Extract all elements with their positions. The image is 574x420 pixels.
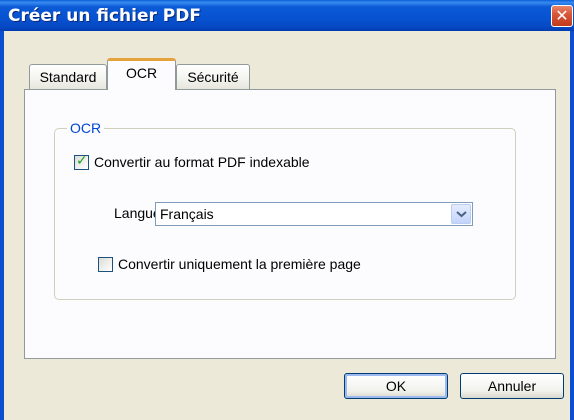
tab-ocr-label: OCR (125, 65, 158, 81)
ocr-tab-panel: OCR ✓ Convertir au format PDF indexable … (24, 89, 556, 359)
tab-standard-label: Standard (39, 69, 97, 85)
ok-button[interactable]: OK (344, 373, 448, 399)
language-dropdown-button[interactable] (451, 204, 471, 224)
ok-button-label: OK (385, 378, 407, 394)
tab-ocr[interactable]: OCR (107, 58, 176, 90)
close-icon: ✕ (555, 6, 569, 25)
tab-standard[interactable]: Standard (29, 64, 107, 89)
window-border-right (570, 31, 574, 420)
convert-indexable-label[interactable]: Convertir au format PDF indexable (94, 154, 310, 170)
window-title: Créer un fichier PDF (8, 6, 201, 26)
convert-indexable-checkbox[interactable]: ✓ (74, 153, 89, 170)
close-button[interactable]: ✕ (551, 5, 573, 27)
language-select-value: Français (160, 206, 214, 222)
first-page-only-label[interactable]: Convertir uniquement la première page (118, 256, 361, 272)
window-border-left (0, 31, 4, 420)
checkmark-icon: ✓ (76, 153, 88, 169)
first-page-only-checkbox[interactable] (98, 257, 113, 272)
cancel-button-label: Annuler (487, 378, 537, 394)
language-select[interactable]: Français (155, 202, 473, 226)
tab-securite[interactable]: Sécurité (176, 64, 250, 89)
title-bar[interactable]: Créer un fichier PDF ✕ (0, 0, 574, 31)
chevron-down-icon (456, 211, 467, 218)
cancel-button[interactable]: Annuler (460, 373, 564, 399)
ocr-group-legend: OCR (67, 120, 105, 136)
tab-securite-label: Sécurité (187, 69, 239, 85)
